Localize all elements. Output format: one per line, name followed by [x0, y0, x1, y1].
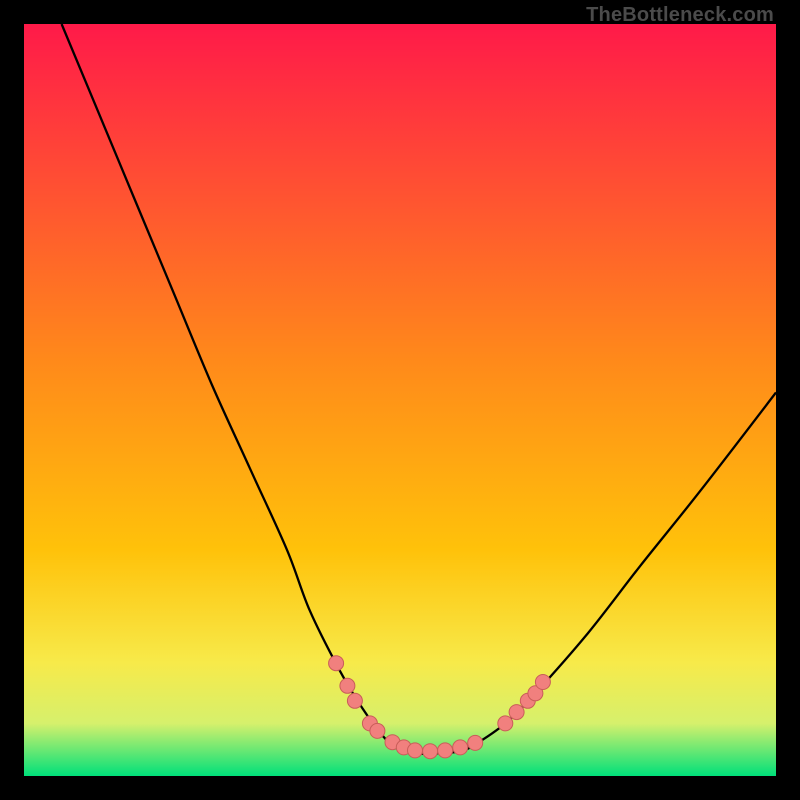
curve-marker — [438, 743, 453, 758]
curve-marker — [408, 743, 423, 758]
curve-marker — [468, 735, 483, 750]
plot-area — [24, 24, 776, 776]
curve-marker — [423, 744, 438, 759]
curve-marker — [509, 705, 524, 720]
curve-marker — [347, 693, 362, 708]
curve-marker — [453, 740, 468, 755]
curve-marker — [370, 723, 385, 738]
watermark-text: TheBottleneck.com — [586, 4, 774, 27]
gradient-background — [24, 24, 776, 776]
plot-svg — [24, 24, 776, 776]
curve-marker — [498, 716, 513, 731]
curve-marker — [329, 656, 344, 671]
curve-marker — [340, 678, 355, 693]
outer-frame: TheBottleneck.com — [0, 0, 800, 800]
curve-marker — [535, 675, 550, 690]
